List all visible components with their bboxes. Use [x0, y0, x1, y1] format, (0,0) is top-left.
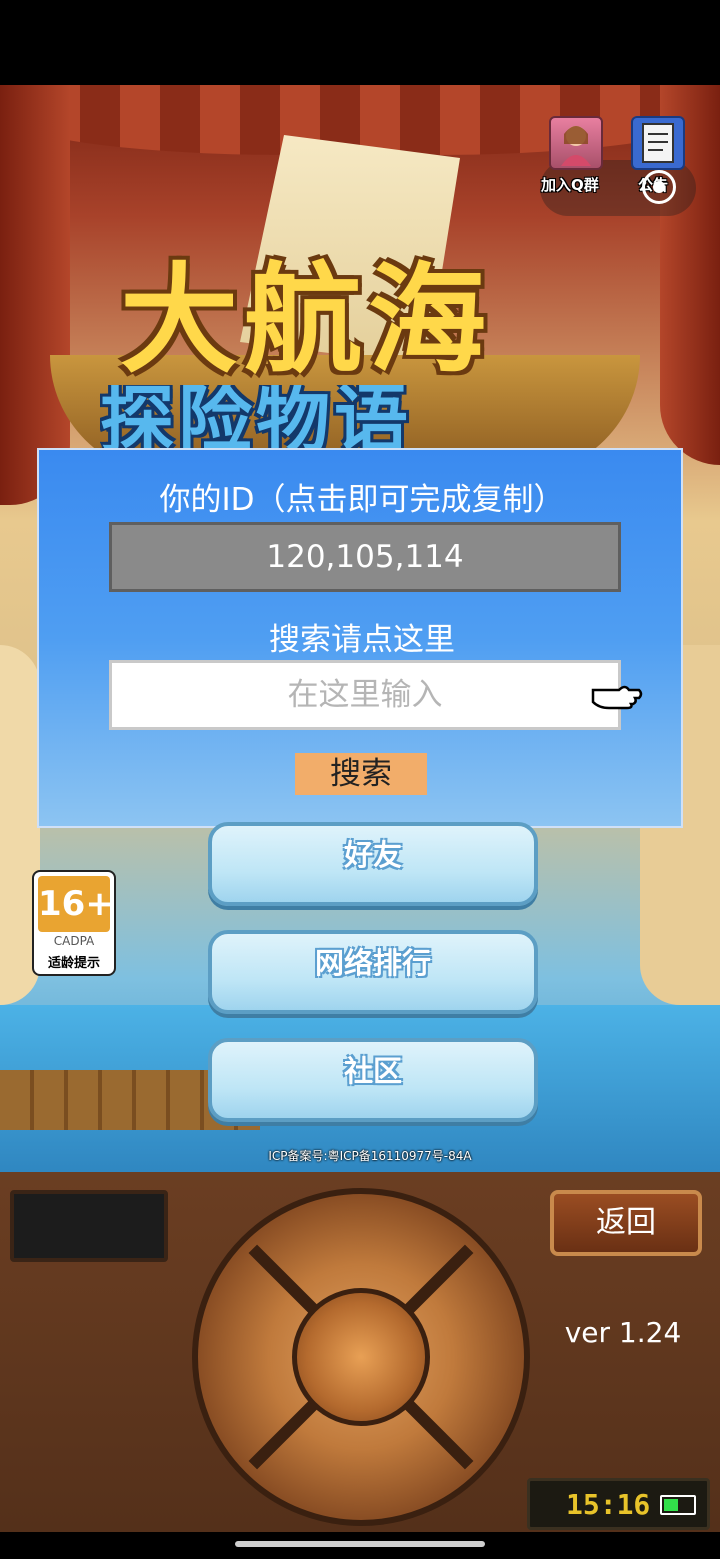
- id-label: 你的ID（点击即可完成复制）: [159, 482, 565, 518]
- back-button[interactable]: 返回: [550, 1190, 702, 1256]
- battery-fill: [664, 1499, 678, 1511]
- age-rating-badge: 16+ CADPA 适龄提示: [32, 870, 116, 976]
- search-id-dialog: 你的ID（点击即可完成复制） 120,105,114 搜索请点这里 搜索: [37, 448, 683, 828]
- console-screen: [10, 1190, 168, 1262]
- search-input[interactable]: [109, 660, 621, 730]
- menu-item-friends[interactable]: 好友: [208, 822, 538, 906]
- age-rating-number: 16+: [38, 876, 114, 932]
- game-logo-subtitle: 探险物语: [100, 385, 412, 455]
- search-button[interactable]: 搜索: [295, 753, 427, 795]
- menu-item-label: 好友: [343, 838, 402, 872]
- dial-wheel[interactable]: [192, 1188, 530, 1526]
- menu-item-ranking[interactable]: 网络排行: [208, 930, 538, 1014]
- join-group-icon[interactable]: [549, 116, 603, 170]
- menu-item-label: 网络排行: [314, 946, 431, 980]
- id-copy-box[interactable]: 120,105,114: [109, 522, 621, 592]
- wheel-center-button[interactable]: [292, 1288, 430, 1426]
- menu-item-label: 社区: [343, 1054, 402, 1088]
- home-indicator[interactable]: [235, 1541, 485, 1547]
- clock-time: 15:16: [566, 1488, 651, 1521]
- age-rating-tip: 适龄提示: [47, 956, 100, 971]
- join-group-label[interactable]: 加入Q群: [541, 174, 599, 195]
- battery-icon: [660, 1495, 696, 1515]
- stage-curtain-top: [0, 85, 720, 155]
- search-label: 搜索请点这里: [269, 622, 455, 658]
- game-logo-title: 大航海: [120, 251, 493, 389]
- close-circle-icon[interactable]: [642, 170, 676, 204]
- pointing-hand-icon: [589, 678, 645, 714]
- clock-display: 15:16: [527, 1478, 710, 1530]
- stage-curtain-left: [0, 85, 70, 505]
- announcement-icon[interactable]: [631, 116, 685, 170]
- version-label: ver 1.24: [564, 1316, 682, 1349]
- age-rating-org: CADPA: [53, 934, 95, 948]
- icp-notice: ICP备案号:粤ICP备16110977号-84A: [268, 1149, 472, 1163]
- menu-item-community[interactable]: 社区: [208, 1038, 538, 1122]
- console-panel: 返回 ver 1.24 15:16: [0, 1172, 720, 1532]
